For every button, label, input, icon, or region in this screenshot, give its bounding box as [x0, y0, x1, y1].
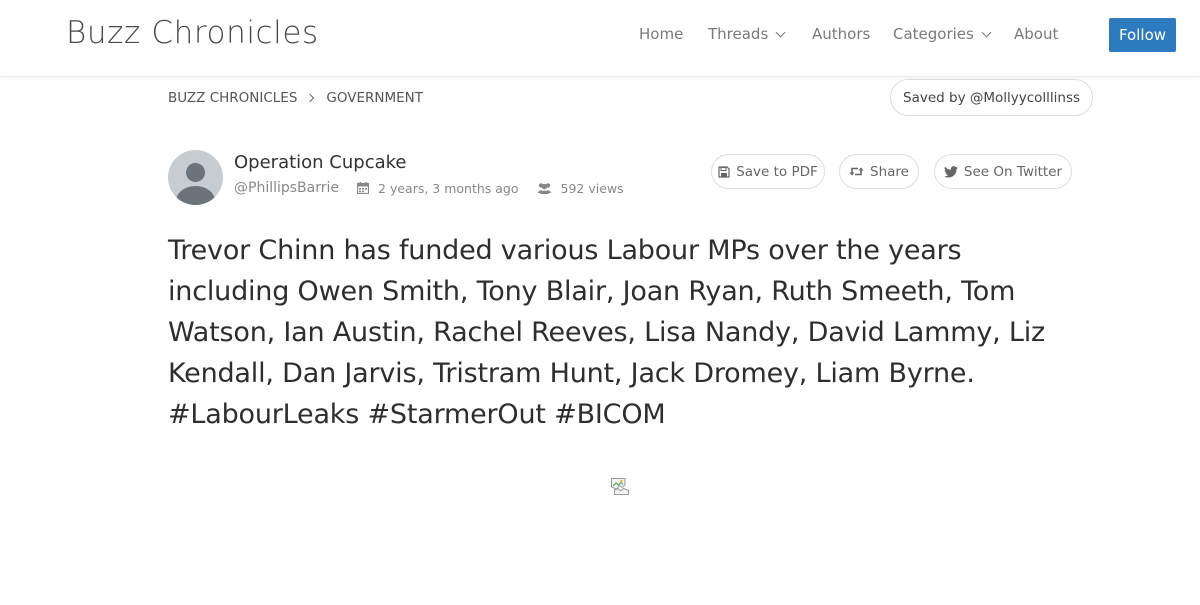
author-handle[interactable]: @PhillipsBarrie: [234, 180, 339, 196]
view-count-text: 592 views: [560, 180, 624, 196]
nav-label: Threads: [708, 25, 769, 43]
main-nav: Home Threads Authors Categories About: [0, 25, 1200, 47]
nav-item-about[interactable]: About: [1014, 25, 1058, 43]
follow-button[interactable]: Follow: [1109, 18, 1176, 52]
users-icon: [537, 183, 552, 194]
chevron-down-icon: [775, 27, 786, 37]
chevron-right-icon: [306, 93, 315, 103]
post-date: 2 years, 3 months ago: [357, 181, 519, 196]
author-name[interactable]: Operation Cupcake: [234, 152, 407, 173]
breadcrumb-current-link[interactable]: GOVERNMENT: [326, 90, 423, 106]
broken-image-icon: [611, 478, 629, 495]
share-button[interactable]: Share: [839, 154, 919, 189]
saved-by-badge[interactable]: Saved by @Mollyycolllinss: [890, 79, 1094, 116]
breadcrumb: BUZZ CHRONICLES GOVERNMENT: [168, 90, 423, 106]
nav-label: Authors: [812, 25, 871, 43]
nav-item-categories[interactable]: Categories: [893, 25, 992, 43]
chevron-down-icon: [981, 27, 992, 37]
save-pdf-button[interactable]: Save to PDF: [711, 154, 825, 189]
post-date-text: 2 years, 3 months ago: [378, 180, 519, 196]
avatar-head-shape: [186, 163, 205, 182]
share-label: Share: [870, 163, 909, 180]
default-avatar-icon[interactable]: [168, 150, 223, 205]
nav-label: About: [1014, 25, 1059, 43]
thread-tweet-text: Trevor Chinn has funded various Labour M…: [168, 235, 1046, 430]
nav-item-threads[interactable]: Threads: [708, 25, 786, 43]
site-header: Buzz Chronicles Home Threads Authors Cat…: [0, 0, 1200, 77]
nav-item-home[interactable]: Home: [639, 25, 683, 43]
breadcrumb-root-link[interactable]: BUZZ CHRONICLES: [168, 90, 297, 106]
nav-label: Categories: [893, 25, 974, 43]
twitter-bird-icon: [943, 165, 958, 178]
view-count: 592 views: [537, 181, 624, 196]
see-on-twitter-button[interactable]: See On Twitter: [934, 154, 1072, 189]
calendar-icon: [357, 182, 370, 194]
thread-meta: @PhillipsBarrie 2 years, 3 months ago 59…: [234, 179, 624, 197]
retweet-icon: [849, 167, 864, 176]
save-pdf-label: Save to PDF: [736, 163, 818, 180]
save-icon: [718, 165, 730, 178]
avatar-body-shape: [176, 186, 215, 205]
nav-label: Home: [639, 25, 684, 43]
see-on-twitter-label: See On Twitter: [963, 163, 1063, 180]
nav-item-authors[interactable]: Authors: [812, 25, 870, 43]
